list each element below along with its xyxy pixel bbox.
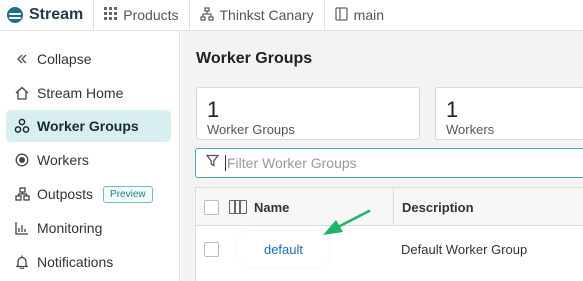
row-checkbox[interactable] — [204, 242, 219, 257]
column-header-name[interactable]: Name — [254, 200, 289, 215]
column-header-description[interactable]: Description — [402, 200, 474, 215]
worker-groups-icon — [12, 118, 32, 134]
sidebar-item-monitoring[interactable]: Monitoring — [0, 212, 180, 244]
nav-branch-label: main — [353, 7, 385, 23]
sidebar-item-stream-home[interactable]: Stream Home — [0, 77, 180, 109]
sidebar: Collapse Stream Home Worker Groups Worke… — [0, 31, 180, 281]
home-icon — [12, 85, 32, 101]
main-content: Worker Groups 1 Worker Groups 1 Workers … — [181, 31, 583, 281]
nav-organization[interactable]: Thinkst Canary — [190, 0, 325, 30]
nav-products[interactable]: Products — [94, 0, 190, 30]
page-title: Worker Groups — [196, 50, 313, 67]
table-header: Name Description — [196, 188, 583, 226]
text-caret — [225, 155, 226, 171]
book-icon — [335, 6, 348, 24]
grid-icon — [104, 7, 118, 23]
sidebar-item-worker-groups[interactable]: Worker Groups — [6, 110, 171, 142]
select-all-checkbox[interactable] — [204, 200, 219, 215]
stat-label: Workers — [446, 122, 495, 137]
stat-value: 1 — [446, 97, 459, 122]
sidebar-item-label: Worker Groups — [37, 118, 139, 134]
table-row[interactable]: default Default Worker Group — [196, 227, 583, 272]
filter-input[interactable] — [227, 155, 527, 171]
hierarchy-icon — [199, 6, 214, 24]
brand[interactable]: Stream — [0, 0, 95, 30]
column-divider — [393, 188, 394, 226]
sidebar-item-collapse[interactable]: Collapse — [0, 43, 180, 75]
top-bar: Stream Products Thinkst Canary main — [0, 0, 583, 31]
brand-name: Stream — [29, 6, 84, 23]
nav-organization-label: Thinkst Canary — [219, 7, 314, 23]
nav-branch[interactable]: main — [325, 0, 394, 30]
sidebar-item-workers[interactable]: Workers — [0, 144, 180, 176]
sidebar-item-label: Monitoring — [37, 220, 103, 236]
sidebar-item-label: Collapse — [37, 51, 92, 67]
worker-groups-table: Name Description default Default Worker … — [195, 187, 583, 281]
sidebar-item-outposts[interactable]: Outposts Preview — [0, 178, 180, 210]
stream-logo-icon — [7, 7, 23, 23]
name-cell-highlight: default — [241, 234, 326, 264]
chart-icon — [12, 220, 32, 236]
sidebar-item-label: Workers — [37, 152, 89, 168]
worker-icon — [12, 152, 32, 168]
stat-card-worker-groups: 1 Worker Groups — [196, 87, 420, 140]
columns-icon[interactable] — [229, 200, 247, 214]
filter-icon — [205, 154, 220, 172]
sidebar-item-label: Outposts — [37, 186, 94, 202]
sidebar-item-label: Notifications — [37, 254, 114, 270]
sidebar-item-notifications[interactable]: Notifications — [0, 246, 180, 278]
stat-value: 1 — [207, 97, 220, 122]
outposts-icon — [12, 186, 32, 202]
bell-icon — [12, 254, 32, 270]
double-chevron-left-icon — [12, 51, 32, 67]
sidebar-item-label: Stream Home — [37, 85, 124, 101]
filter-bar[interactable] — [195, 148, 583, 178]
preview-badge: Preview — [103, 185, 153, 203]
stat-label: Worker Groups — [207, 122, 295, 137]
worker-group-link[interactable]: default — [264, 242, 303, 257]
nav-products-label: Products — [123, 7, 179, 23]
description-cell: Default Worker Group — [401, 242, 528, 257]
stat-card-workers: 1 Workers — [435, 87, 583, 140]
